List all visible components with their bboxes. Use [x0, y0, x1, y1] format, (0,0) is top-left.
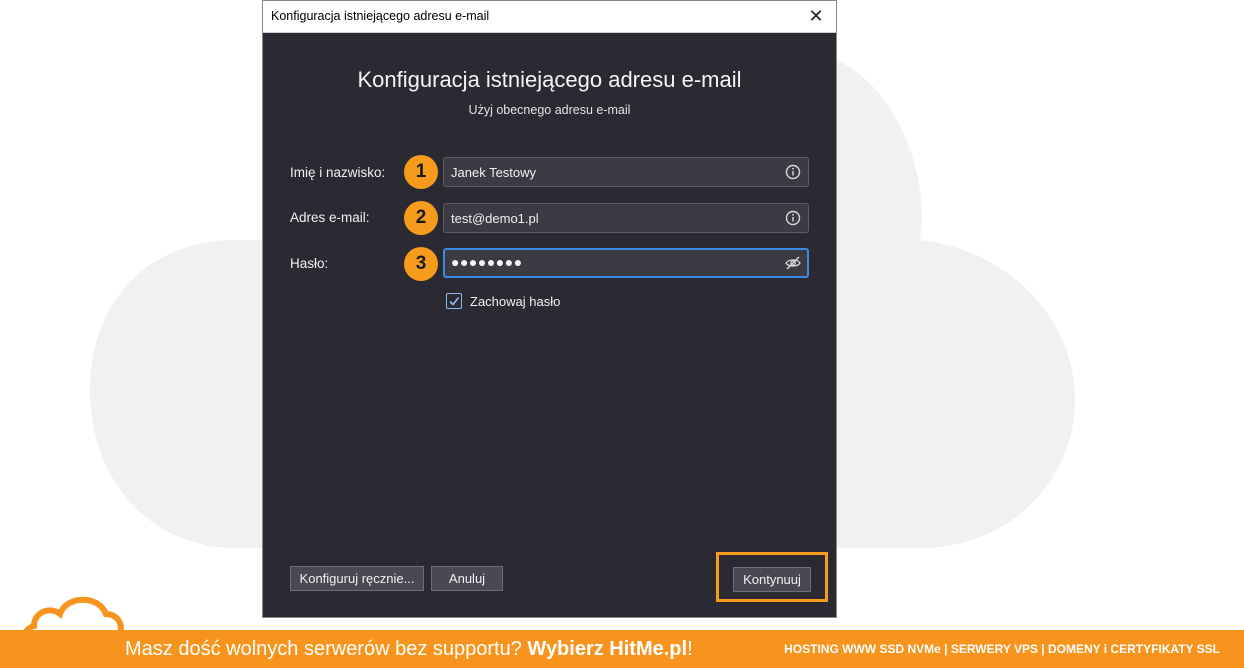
password-value: ●●●●●●●●	[451, 254, 523, 270]
close-icon: ✕	[808, 6, 824, 26]
name-value: Janek Testowy	[451, 165, 537, 180]
checkmark-icon	[449, 297, 460, 306]
services-list: HOSTING WWW SSD NVMe | SERWERY VPS | DOM…	[784, 642, 1220, 656]
remember-password-checkbox[interactable]	[446, 293, 462, 309]
setup-dialog: Konfiguracja istniejącego adresu e-mail …	[262, 0, 837, 618]
window-title: Konfiguracja istniejącego adresu e-mail	[271, 9, 490, 23]
promo-text: Masz dość wolnych serwerów bez supportu?	[125, 638, 522, 660]
step-badge-1: 1	[404, 155, 438, 189]
email-field[interactable]: test@demo1.pl	[443, 203, 809, 233]
dialog-heading: Konfiguracja istniejącego adresu e-mail	[357, 67, 742, 92]
info-icon[interactable]	[784, 163, 802, 181]
remember-password-row[interactable]: Zachowaj hasło	[446, 293, 560, 309]
password-field[interactable]: ●●●●●●●●	[443, 248, 809, 278]
name-field[interactable]: Janek Testowy	[443, 157, 809, 187]
email-label: Adres e-mail:	[290, 210, 370, 225]
name-label: Imię i nazwisko:	[290, 165, 386, 180]
title-bar: Konfiguracja istniejącego adresu e-mail …	[263, 1, 836, 33]
configure-manually-button[interactable]: Konfiguruj ręcznie...	[290, 566, 424, 591]
continue-highlight-frame	[716, 552, 828, 602]
close-button[interactable]: ✕	[796, 1, 836, 32]
info-icon[interactable]	[784, 209, 802, 227]
step-badge-3: 3	[404, 247, 438, 281]
promo-banner: Masz dość wolnych serwerów bez supportu?…	[0, 630, 1244, 668]
step-badge-2: 2	[404, 201, 438, 235]
promo-end: !	[687, 638, 693, 660]
dialog-subheading: Użyj obecnego adresu e-mail	[468, 103, 631, 117]
promo-line: Masz dość wolnych serwerów bez supportu?…	[125, 638, 693, 661]
password-label: Hasło:	[290, 256, 329, 271]
eye-slash-icon[interactable]	[784, 254, 802, 272]
remember-password-label: Zachowaj hasło	[470, 293, 561, 309]
email-value: test@demo1.pl	[451, 211, 539, 226]
promo-cta[interactable]: Wybierz HitMe.pl	[527, 638, 687, 660]
cancel-button[interactable]: Anuluj	[431, 566, 503, 591]
